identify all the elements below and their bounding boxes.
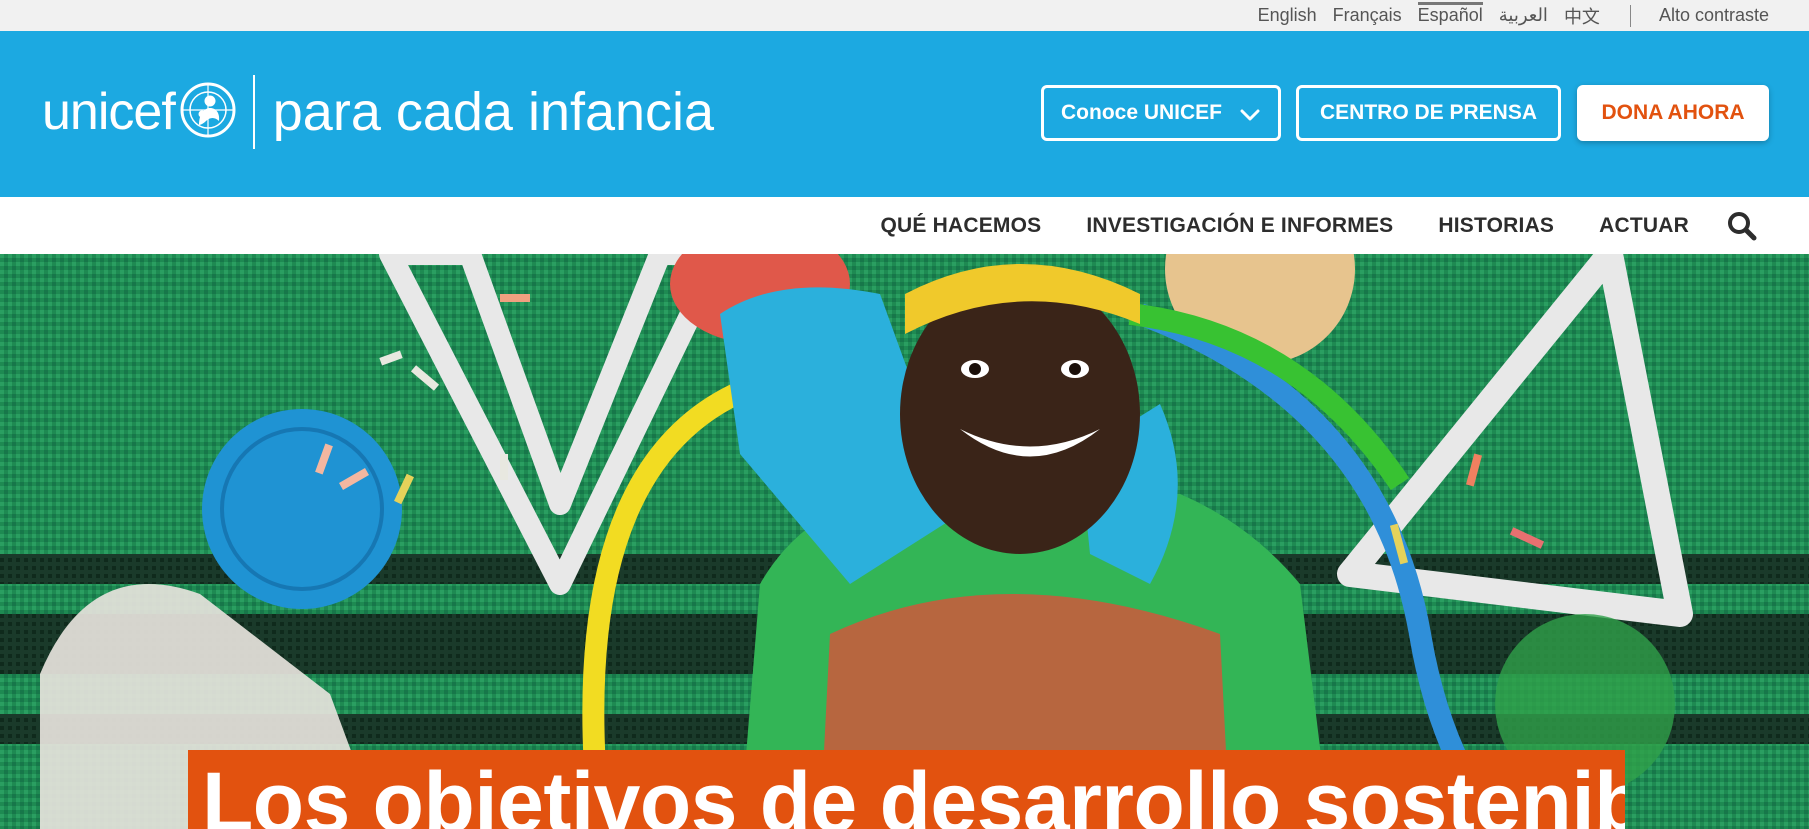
logo-divider	[252, 75, 255, 149]
high-contrast-toggle[interactable]: Alto contraste	[1659, 5, 1769, 26]
hero-image	[0, 254, 1809, 829]
unicef-logo[interactable]: unicef para cada infancia	[42, 75, 714, 149]
press-center-button[interactable]: CENTRO DE PRENSA	[1296, 85, 1561, 141]
know-unicef-dropdown[interactable]: Conoce UNICEF	[1041, 85, 1281, 141]
search-icon[interactable]	[1727, 211, 1757, 241]
donate-button[interactable]: DONA AHORA	[1577, 85, 1769, 141]
nav-stories[interactable]: HISTORIAS	[1438, 214, 1554, 238]
hero-banner[interactable]: Los objetivos de desarrollo sostenible	[0, 254, 1809, 829]
hero-headline: Los objetivos de desarrollo sostenible	[202, 755, 1625, 829]
nav-what-we-do[interactable]: QUÉ HACEMOS	[880, 214, 1041, 238]
chevron-down-icon	[1240, 104, 1260, 128]
know-unicef-label: Conoce UNICEF	[1061, 101, 1223, 124]
unicef-emblem-icon	[179, 81, 237, 144]
lang-french[interactable]: Français	[1333, 5, 1402, 26]
site-header: unicef para cada infancia Conoce UNICEF …	[0, 31, 1809, 197]
lang-chinese[interactable]: 中文	[1564, 3, 1600, 29]
language-bar: English Français Español العربية 中文 Alto…	[0, 0, 1809, 32]
logo-wordmark: unicef	[42, 83, 176, 141]
nav-take-action[interactable]: ACTUAR	[1599, 214, 1689, 238]
main-nav: QUÉ HACEMOS INVESTIGACIÓN E INFORMES HIS…	[0, 197, 1809, 255]
nav-research-reports[interactable]: INVESTIGACIÓN E INFORMES	[1086, 214, 1393, 238]
language-divider	[1629, 4, 1631, 27]
lang-spanish[interactable]: Español	[1417, 2, 1483, 26]
headline-band: Los objetivos de desarrollo sostenible	[188, 750, 1625, 829]
logo-tagline: para cada infancia	[272, 82, 715, 142]
lang-arabic[interactable]: العربية	[1499, 5, 1548, 26]
lang-english[interactable]: English	[1258, 5, 1317, 26]
language-switcher: English Français Español العربية 中文 Alto…	[1242, 0, 1769, 31]
